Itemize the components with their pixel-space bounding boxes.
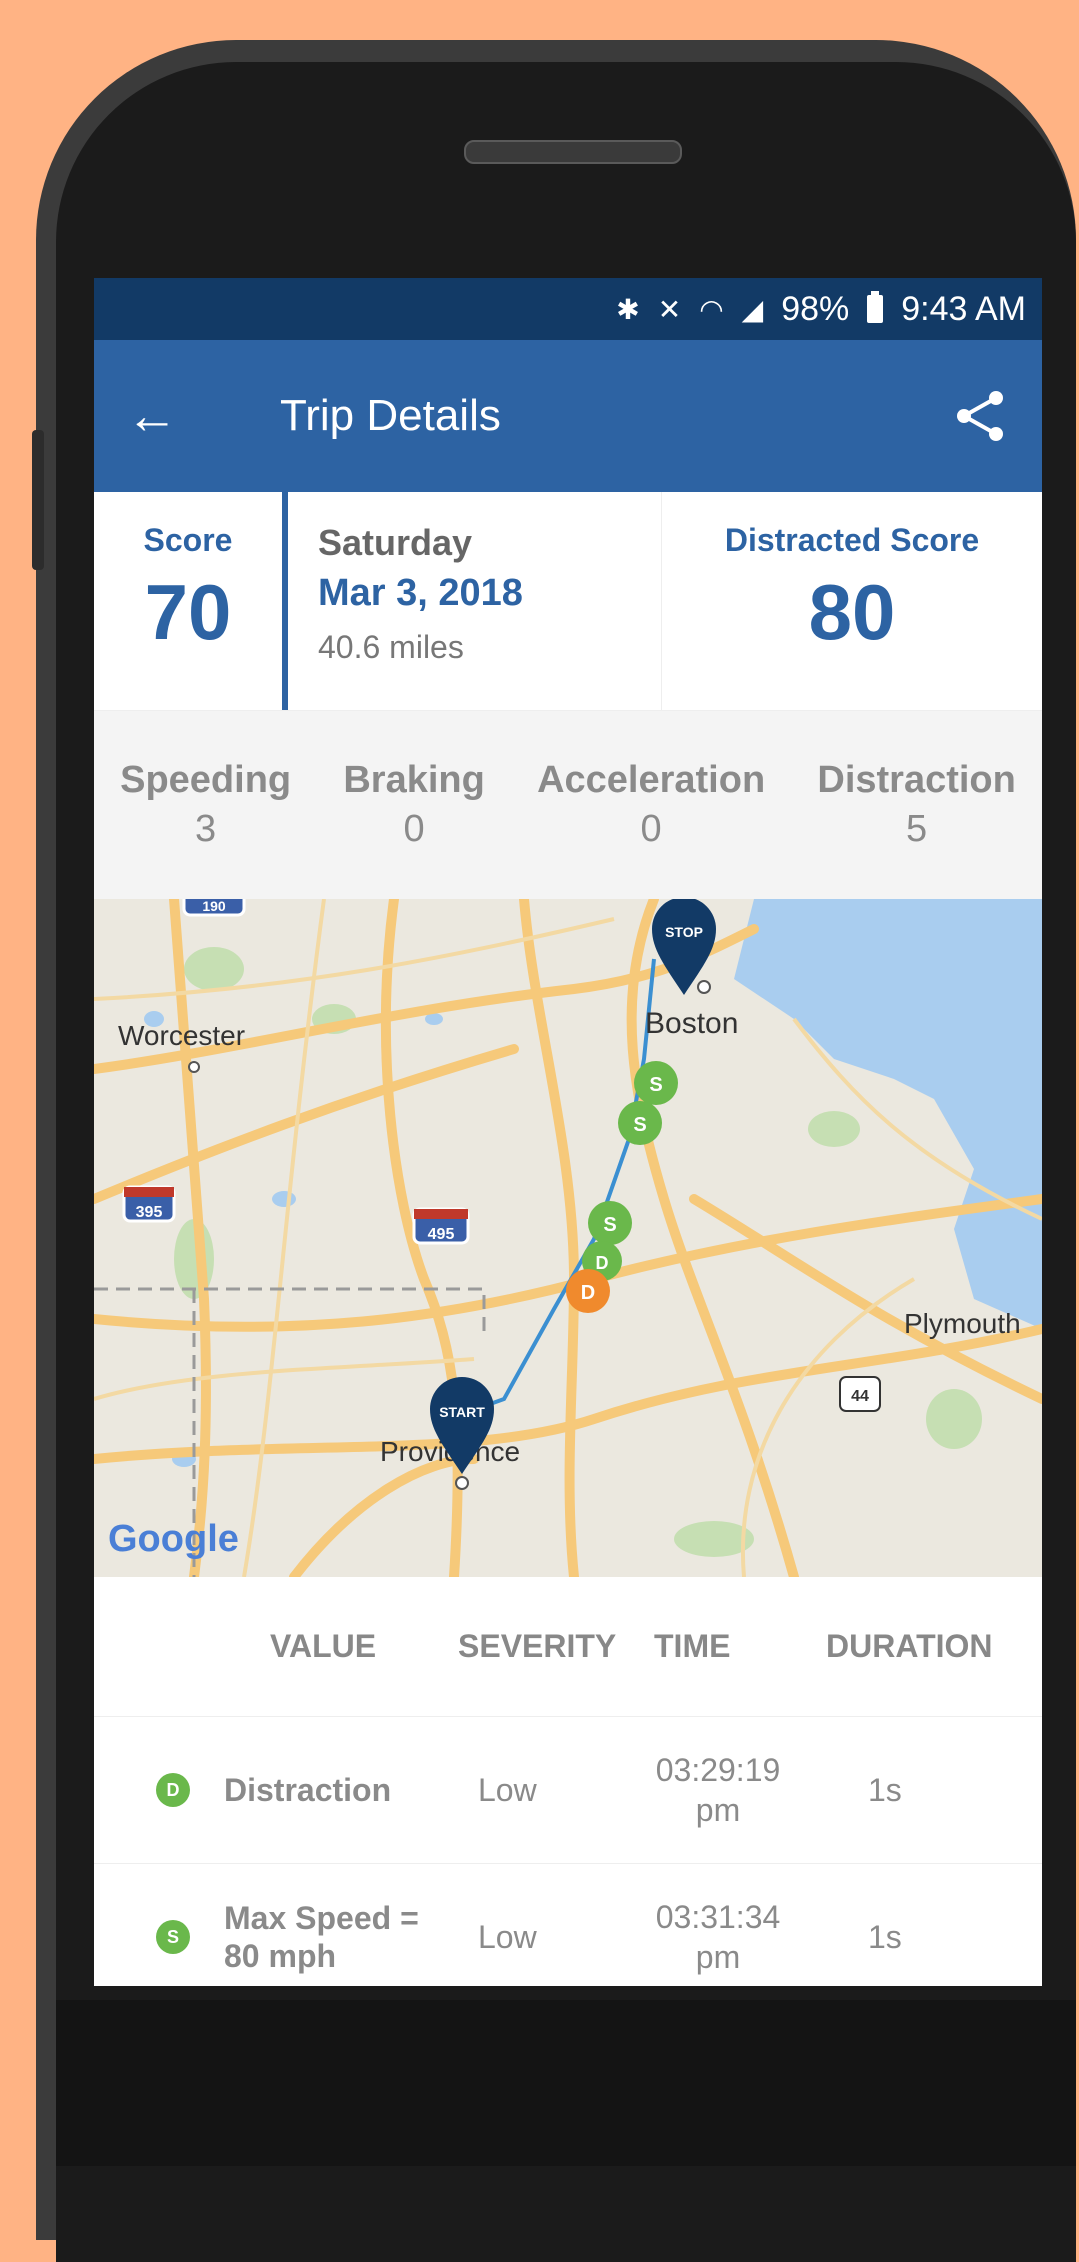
map-label-boston: Boston bbox=[645, 1007, 738, 1040]
highway-shield-395: 395 bbox=[122, 1185, 176, 1223]
svg-text:S: S bbox=[633, 1114, 646, 1136]
back-arrow-icon[interactable]: ← bbox=[126, 386, 206, 446]
svg-text:44: 44 bbox=[851, 1388, 869, 1405]
status-time: 9:43 AM bbox=[901, 289, 1026, 328]
distraction-badge-icon: D bbox=[156, 1773, 190, 1807]
highway-shield-190: 190 bbox=[182, 899, 246, 917]
event-pin-speeding[interactable]: S bbox=[634, 1061, 678, 1105]
distracted-score-box: Distracted Score 80 bbox=[662, 492, 1042, 710]
wifi-icon: ◠ bbox=[699, 293, 724, 325]
count-acceleration: Acceleration 0 bbox=[537, 759, 765, 851]
battery-icon bbox=[867, 291, 884, 323]
event-pin-speeding[interactable]: S bbox=[588, 1201, 632, 1245]
trip-day: Saturday bbox=[318, 522, 473, 563]
count-distraction: Distraction 5 bbox=[817, 759, 1015, 851]
phone-side-button bbox=[32, 430, 44, 570]
mute-icon: ✕ bbox=[657, 293, 682, 325]
event-value: Max Speed = 80 mph bbox=[224, 1900, 419, 1974]
distracted-score-value: 80 bbox=[808, 568, 896, 656]
event-time: 03:29:19 pm bbox=[655, 1752, 781, 1828]
trip-summary: Score 70 Saturday Mar 3, 2018 40.6 miles… bbox=[94, 492, 1042, 711]
table-row[interactable]: D Distraction Low 03:29:19 pm 1s bbox=[94, 1717, 1042, 1864]
event-duration: 1s bbox=[868, 1771, 902, 1808]
page-title: Trip Details bbox=[280, 391, 501, 440]
svg-text:STOP: STOP bbox=[665, 924, 703, 940]
count-value: 0 bbox=[403, 808, 425, 850]
svg-text:S: S bbox=[603, 1214, 616, 1236]
event-counts: Speeding 3 Braking 0 Acceleration 0 Dist… bbox=[94, 711, 1042, 899]
header-duration: DURATION bbox=[826, 1628, 993, 1664]
app-bar: ← Trip Details bbox=[94, 340, 1042, 492]
phone-speaker bbox=[464, 140, 682, 164]
svg-text:190: 190 bbox=[202, 899, 226, 914]
highway-shield-495: 495 bbox=[412, 1207, 470, 1245]
count-braking: Braking 0 bbox=[343, 759, 484, 851]
event-severity: Low bbox=[478, 1771, 537, 1808]
svg-text:D: D bbox=[581, 1282, 595, 1304]
phone-bottom bbox=[56, 2000, 1076, 2166]
header-severity: SEVERITY bbox=[458, 1628, 617, 1664]
score-box: Score 70 bbox=[94, 492, 288, 710]
header-time: TIME bbox=[654, 1628, 731, 1664]
event-pin-speeding[interactable]: S bbox=[618, 1101, 662, 1145]
count-value: 0 bbox=[640, 808, 662, 850]
event-duration: 1s bbox=[868, 1918, 902, 1955]
speed-badge-icon: S bbox=[156, 1920, 190, 1954]
score-label: Score bbox=[143, 522, 233, 558]
header-value: VALUE bbox=[270, 1628, 377, 1664]
bluetooth-icon: ✱ bbox=[616, 293, 640, 325]
battery-percent: 98% bbox=[781, 289, 850, 328]
trip-date: Mar 3, 2018 bbox=[318, 572, 523, 614]
event-pin-distraction-high[interactable]: D bbox=[566, 1269, 610, 1313]
map-label-worcester: Worcester bbox=[118, 1020, 245, 1051]
event-severity: Low bbox=[478, 1918, 537, 1955]
highway-shield-44: 44 bbox=[839, 1376, 881, 1412]
count-label: Distraction bbox=[817, 759, 1016, 801]
svg-text:495: 495 bbox=[428, 1226, 455, 1243]
count-value: 3 bbox=[195, 808, 217, 850]
count-label: Acceleration bbox=[537, 759, 766, 801]
distracted-score-label: Distracted Score bbox=[724, 522, 980, 558]
count-value: 5 bbox=[906, 808, 928, 850]
trip-distance: 40.6 miles bbox=[318, 629, 464, 665]
count-speeding: Speeding 3 bbox=[120, 759, 291, 851]
phone-screen: ✱ ✕ ◠ ◢ 98% 9:43 AM ← Trip Details Score… bbox=[94, 278, 1042, 1986]
status-bar: ✱ ✕ ◠ ◢ 98% 9:43 AM bbox=[94, 278, 1042, 340]
count-label: Speeding bbox=[120, 759, 292, 801]
share-icon[interactable] bbox=[950, 386, 1010, 446]
svg-text:D: D bbox=[596, 1253, 609, 1273]
map-label-plymouth: Plymouth bbox=[904, 1308, 1021, 1339]
svg-text:S: S bbox=[649, 1074, 662, 1096]
svg-text:395: 395 bbox=[136, 1204, 163, 1221]
count-label: Braking bbox=[343, 759, 485, 801]
map-canvas[interactable]: 395 495 44 190 Worcester Boston Plymouth… bbox=[94, 899, 1042, 1577]
events-table-header: VALUE SEVERITY TIME DURATION bbox=[94, 1577, 1042, 1717]
google-logo: Google bbox=[108, 1518, 239, 1560]
table-row[interactable]: S Max Speed = 80 mph Low 03:31:34 pm 1s bbox=[94, 1864, 1042, 1986]
score-value: 70 bbox=[144, 568, 232, 656]
svg-text:START: START bbox=[439, 1404, 485, 1420]
signal-icon: ◢ bbox=[741, 293, 764, 325]
event-value: Distraction bbox=[224, 1772, 392, 1808]
trip-map[interactable]: 395 495 44 190 Worcester Boston Plymouth… bbox=[94, 899, 1042, 1577]
trip-date-box: Saturday Mar 3, 2018 40.6 miles bbox=[288, 492, 662, 710]
event-time: 03:31:34 pm bbox=[655, 1899, 781, 1975]
